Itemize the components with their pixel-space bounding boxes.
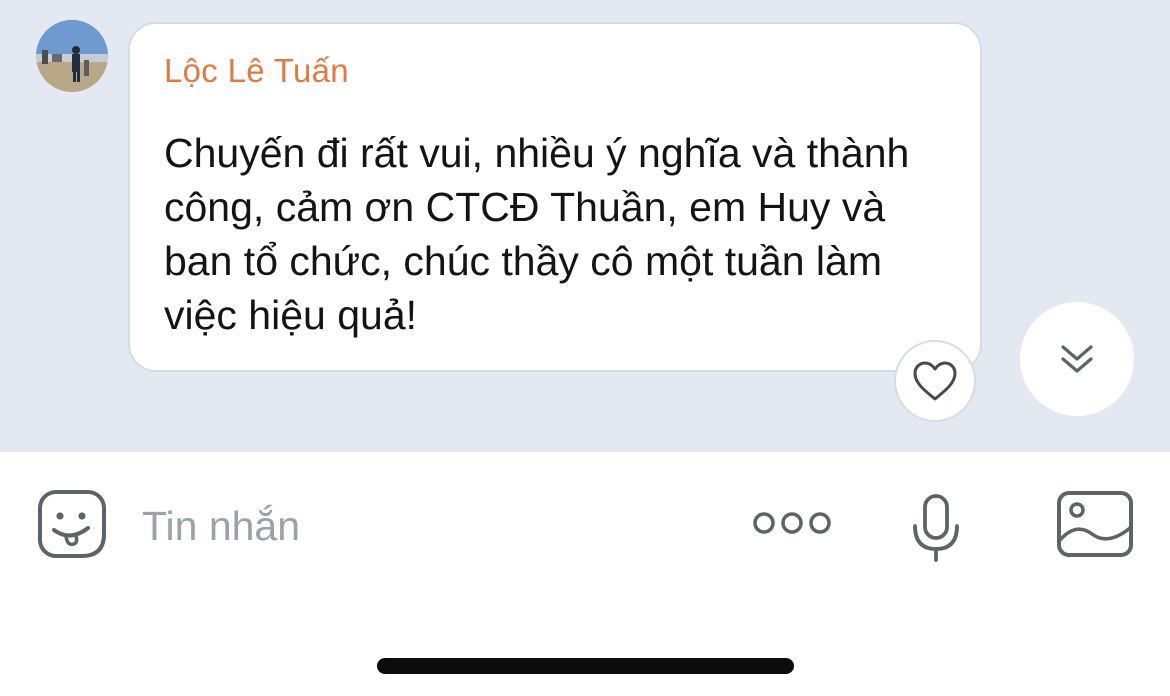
more-options-button[interactable]	[752, 508, 832, 538]
message-bubble[interactable]: Lộc Lê Tuấn Chuyến đi rất vui, nhiều ý n…	[128, 22, 982, 372]
heart-icon	[913, 361, 957, 401]
image-gallery-icon	[1057, 491, 1133, 557]
avatar-photo	[36, 20, 108, 92]
microphone-icon	[913, 494, 959, 562]
chat-area: Lộc Lê Tuấn Chuyến đi rất vui, nhiều ý n…	[0, 0, 1170, 452]
message-composer	[0, 452, 1170, 602]
sticker-button[interactable]	[36, 488, 108, 560]
voice-message-button[interactable]	[910, 492, 962, 564]
message-text: Chuyến đi rất vui, nhiều ý nghĩa và thàn…	[164, 130, 910, 338]
scroll-to-bottom-button[interactable]	[1020, 302, 1134, 416]
home-indicator[interactable]	[377, 658, 794, 674]
message-input[interactable]	[142, 498, 702, 554]
more-dots-icon	[753, 512, 831, 534]
photo-gallery-button[interactable]	[1056, 490, 1134, 558]
double-chevron-down-icon	[1061, 345, 1093, 373]
sender-name[interactable]: Lộc Lê Tuấn	[164, 52, 349, 90]
sender-avatar[interactable]	[36, 20, 108, 92]
react-heart-button[interactable]	[894, 340, 976, 422]
sticker-smile-icon	[38, 490, 106, 558]
